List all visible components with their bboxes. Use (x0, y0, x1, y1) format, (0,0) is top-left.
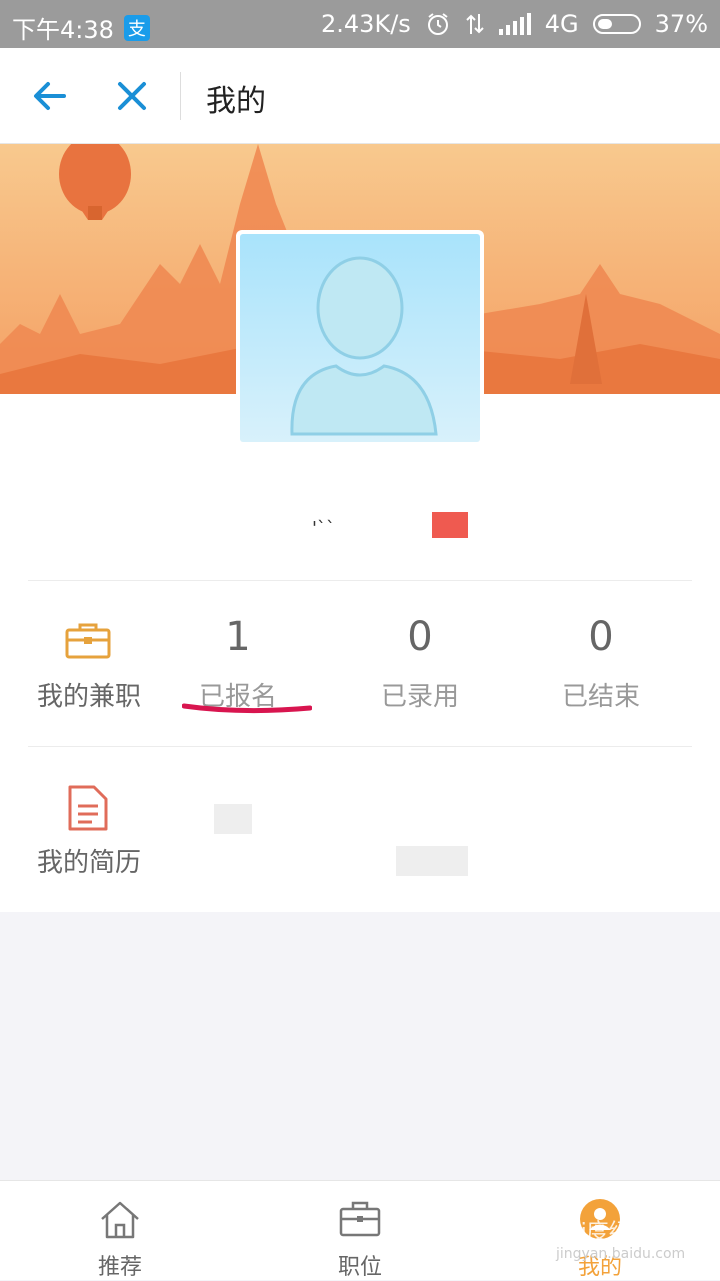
briefcase-icon (339, 1201, 381, 1237)
battery-percent: 37% (654, 10, 708, 38)
close-icon[interactable] (110, 74, 154, 118)
baidu-watermark-url: jingyan.baidu.com (556, 1246, 686, 1262)
alipay-icon: 支 (123, 14, 150, 41)
red-underline-annotation (182, 703, 312, 714)
avatar-placeholder-icon (240, 234, 480, 442)
net-speed: 2.43K/s (321, 10, 411, 38)
redacted-info (214, 804, 252, 834)
tab-jobs[interactable]: 职位 (240, 1181, 480, 1281)
page-title: 我的 (206, 84, 266, 119)
divider-middle (28, 746, 692, 747)
battery-fill (597, 19, 612, 29)
tab-recommend-label: 推荐 (97, 1255, 142, 1280)
title-divider (180, 72, 181, 120)
data-transfer-icon (466, 14, 484, 34)
signed-up-count[interactable]: 1 (178, 614, 298, 660)
home-icon (101, 1201, 139, 1239)
battery-icon (592, 14, 641, 34)
title-bar: 我的 (0, 48, 720, 144)
briefcase-icon (65, 623, 111, 659)
status-left: 下午4:38 支 (12, 10, 150, 45)
divider-top (28, 580, 692, 581)
network-type: 4G (544, 10, 579, 38)
status-right: 2.43K/s 4G 37% (321, 10, 708, 38)
finished-label[interactable]: 已结束 (521, 676, 681, 713)
status-bar: 下午4:38 支 2.43K/s 4G 37% (0, 0, 720, 48)
finished-count[interactable]: 0 (541, 614, 661, 660)
user-name: '`` (312, 518, 335, 539)
hired-label[interactable]: 已录用 (340, 676, 500, 713)
signal-icon (498, 13, 531, 35)
hired-count[interactable]: 0 (360, 614, 480, 660)
resume-document-icon (68, 785, 108, 831)
my-parttime-label[interactable]: 我的兼职 (28, 676, 150, 713)
status-time: 下午4:38 (12, 16, 114, 44)
my-resume-label[interactable]: 我的简历 (28, 842, 150, 879)
avatar[interactable] (236, 230, 484, 446)
baidu-watermark: Bai度经验 (552, 1220, 653, 1245)
name-badge (432, 512, 468, 538)
tab-jobs-label: 职位 (337, 1255, 382, 1280)
back-arrow-icon[interactable] (28, 74, 72, 118)
tab-recommend[interactable]: 推荐 (0, 1181, 240, 1281)
redacted-info (396, 846, 468, 876)
alarm-icon (427, 13, 448, 35)
